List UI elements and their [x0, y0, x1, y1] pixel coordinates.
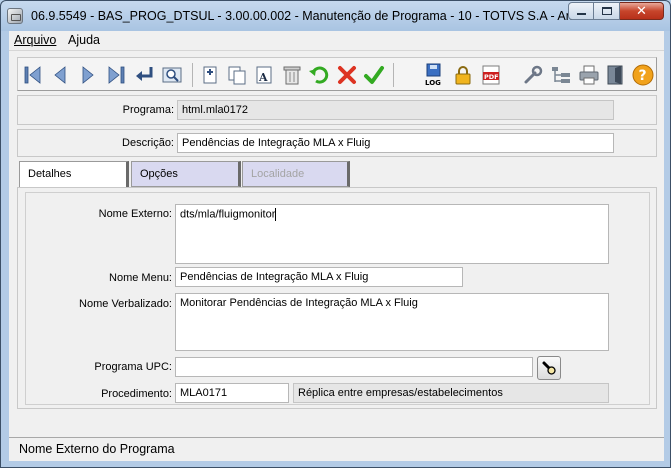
log-icon: LOG	[425, 63, 441, 87]
application-window: 06.9.5549 - BAS_PROG_DTSUL - 3.00.00.002…	[0, 0, 671, 468]
descricao-panel: Descrição: Pendências de Integração MLA …	[17, 129, 657, 157]
pdf-icon: PDF	[482, 65, 500, 85]
tab-strip: Detalhes Opções Localidade	[19, 161, 659, 187]
svg-text:A: A	[258, 71, 268, 84]
minimize-icon	[569, 3, 593, 19]
menu-ajuda[interactable]: Ajuda	[68, 33, 100, 47]
tab-localidade[interactable]: Localidade	[242, 161, 350, 187]
first-record-icon	[24, 66, 41, 84]
tab-opcoes[interactable]: Opções	[131, 161, 241, 187]
close-button[interactable]: ✕	[620, 2, 664, 20]
add-record-button[interactable]	[198, 63, 222, 87]
menu-ajuda-label: Ajuda	[68, 33, 100, 47]
pdf-button[interactable]: PDF	[479, 63, 503, 87]
menu-arquivo[interactable]: Arquivo	[14, 33, 56, 47]
print-icon	[579, 65, 599, 85]
next-record-icon	[82, 66, 94, 84]
pdf-label: PDF	[484, 73, 499, 81]
details-panel: Nome Externo: dts/mla/fluigmonitor Nome …	[17, 187, 657, 409]
nome-externo-value: dts/mla/fluigmonitor	[180, 208, 276, 221]
copy-record-icon	[228, 66, 246, 85]
next-record-button[interactable]	[76, 63, 100, 87]
nome-verbalizado-label: Nome Verbalizado:	[79, 298, 172, 310]
application-icon[interactable]	[7, 8, 23, 24]
copy-record-button[interactable]	[225, 63, 249, 87]
nome-verbalizado-field[interactable]: Monitorar Pendências de Integração MLA x…	[175, 293, 609, 351]
tools-icon	[524, 65, 543, 84]
exit-icon	[607, 65, 623, 85]
procedimento-field[interactable]: MLA0171	[175, 383, 289, 403]
nome-externo-field[interactable]: dts/mla/fluigmonitor	[175, 204, 609, 264]
log-button[interactable]: LOG	[422, 63, 446, 87]
confirm-button[interactable]	[362, 63, 386, 87]
first-record-button[interactable]	[21, 63, 45, 87]
status-text: Nome Externo do Programa	[19, 442, 175, 456]
go-to-icon	[136, 67, 153, 81]
lock-icon	[455, 66, 471, 85]
maximize-icon	[594, 3, 619, 19]
title-bar[interactable]: 06.9.5549 - BAS_PROG_DTSUL - 3.00.00.002…	[1, 1, 670, 31]
last-record-icon	[108, 66, 125, 84]
help-icon: ?	[632, 64, 654, 86]
window-controls: ✕	[568, 2, 664, 20]
tab-detalhes-label: Detalhes	[28, 168, 72, 180]
undo-button[interactable]	[307, 63, 331, 87]
programa-label: Programa:	[122, 104, 174, 116]
status-bar: Nome Externo do Programa	[9, 437, 664, 461]
last-record-button[interactable]	[104, 63, 128, 87]
help-button[interactable]: ?	[631, 63, 655, 87]
nome-menu-label: Nome Menu:	[109, 272, 172, 284]
programa-panel: Programa: html.mla0172	[17, 95, 657, 125]
exit-button[interactable]	[603, 63, 627, 87]
descricao-label: Descrição:	[122, 137, 174, 149]
help-label: ?	[639, 68, 647, 84]
search-button[interactable]	[160, 63, 184, 87]
edit-record-button[interactable]: A	[252, 63, 276, 87]
procedimento-description: Réplica entre empresas/estabelecimentos	[293, 383, 609, 403]
menu-bar: Arquivo Ajuda	[9, 31, 664, 51]
tab-detalhes[interactable]: Detalhes	[19, 161, 129, 187]
delete-record-icon	[283, 66, 301, 85]
undo-icon	[309, 66, 329, 84]
toolbar: A LOG PDF ?	[17, 57, 657, 91]
procedimento-label: Procedimento:	[101, 388, 172, 400]
flashlight-search-icon	[542, 361, 556, 375]
add-record-icon	[203, 66, 217, 84]
window-title: 06.9.5549 - BAS_PROG_DTSUL - 3.00.00.002…	[31, 9, 604, 23]
programa-upc-label: Programa UPC:	[94, 361, 172, 373]
descricao-field[interactable]: Pendências de Integração MLA x Fluig	[177, 133, 614, 153]
client-area: A LOG PDF ? Programa: html.mla0172 Descr…	[9, 51, 664, 461]
hierarchy-icon	[552, 67, 570, 83]
edit-record-icon: A	[256, 66, 272, 84]
delete-record-button[interactable]	[280, 63, 304, 87]
tab-localidade-label: Localidade	[251, 168, 305, 180]
minimize-button[interactable]	[568, 2, 594, 20]
text-cursor	[275, 208, 277, 221]
hierarchy-button[interactable]	[549, 63, 573, 87]
close-icon: ✕	[636, 3, 647, 19]
maximize-button[interactable]	[594, 2, 620, 20]
print-button[interactable]	[577, 63, 601, 87]
programa-upc-search-button[interactable]	[537, 356, 561, 380]
programa-upc-field[interactable]	[175, 357, 533, 377]
tab-opcoes-label: Opções	[140, 168, 178, 180]
confirm-icon	[364, 66, 384, 84]
search-icon	[162, 67, 182, 83]
programa-field[interactable]: html.mla0172	[177, 100, 614, 120]
log-label: LOG	[425, 79, 441, 87]
tools-button[interactable]	[521, 63, 545, 87]
previous-record-icon	[54, 66, 66, 84]
nome-externo-label: Nome Externo:	[98, 208, 172, 220]
nome-menu-field[interactable]: Pendências de Integração MLA x Fluig	[175, 267, 463, 287]
previous-record-button[interactable]	[48, 63, 72, 87]
lock-button[interactable]	[451, 63, 475, 87]
menu-arquivo-label: Arquivo	[14, 33, 57, 47]
cancel-button[interactable]	[335, 63, 359, 87]
cancel-icon	[338, 66, 356, 84]
go-to-button[interactable]	[132, 63, 156, 87]
